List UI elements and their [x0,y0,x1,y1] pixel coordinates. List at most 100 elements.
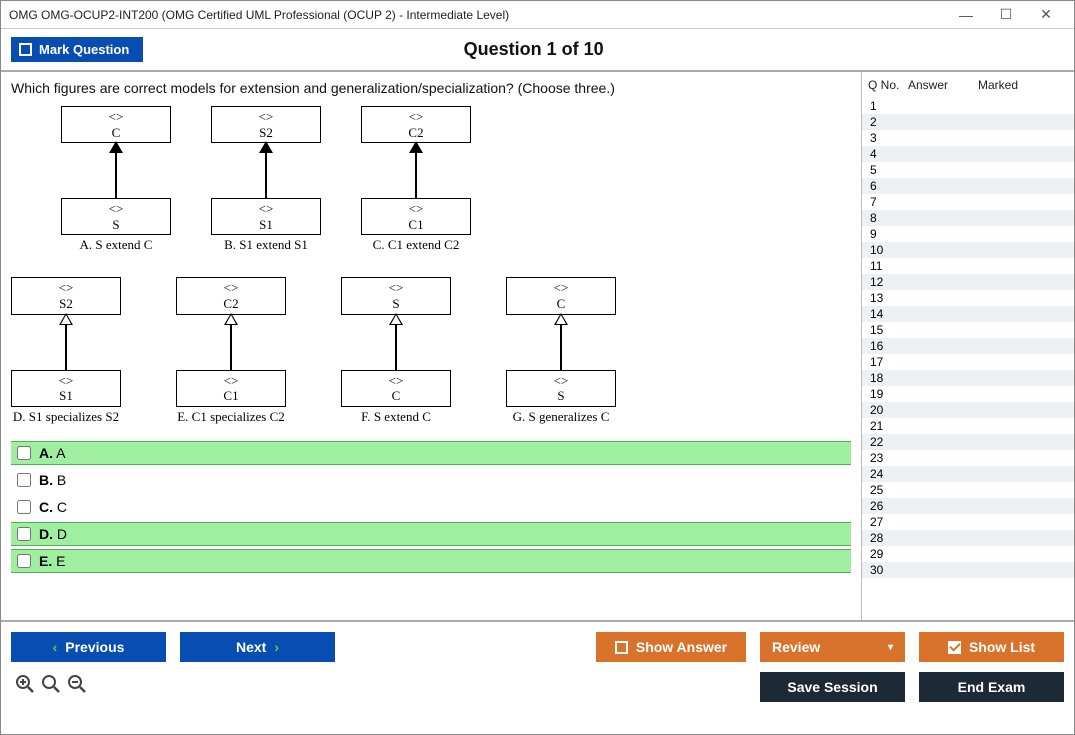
question-list-row[interactable]: 17 [862,354,1074,370]
uml-caption: A. S extend C [80,237,153,253]
show-answer-button[interactable]: Show Answer [596,632,746,662]
question-list-row[interactable]: 26 [862,498,1074,514]
uml-arrow [395,314,397,370]
question-list-row[interactable]: 23 [862,450,1074,466]
uml-bottom-box: <>S1 [11,370,121,407]
save-session-label: Save Session [787,679,877,695]
question-list-row[interactable]: 14 [862,306,1074,322]
end-exam-button[interactable]: End Exam [919,672,1064,702]
uml-caption: F. S extend C [361,409,431,425]
uml-figure: <>S <>C F. S extend C [341,277,451,424]
uml-bottom-box: <>S [61,198,171,235]
chevron-left-icon: ‹ [53,639,58,655]
question-list-row[interactable]: 4 [862,146,1074,162]
question-list-row[interactable]: 3 [862,130,1074,146]
minimize-icon[interactable]: — [946,3,986,27]
question-list-row[interactable]: 22 [862,434,1074,450]
previous-button[interactable]: ‹ Previous [11,632,166,662]
question-list-row[interactable]: 2 [862,114,1074,130]
answer-checkbox[interactable] [17,473,31,487]
previous-label: Previous [65,639,124,655]
uml-top-box: <>S [341,277,451,314]
uml-caption: E. C1 specializes C2 [177,409,285,425]
zoom-out-icon[interactable] [67,674,87,700]
answer-option[interactable]: C. C [11,495,851,519]
uml-figure: <>C2<>C1E. C1 specializes C2 [176,277,286,424]
zoom-in-icon[interactable] [15,674,35,700]
uml-arrow [415,142,417,198]
question-list-row[interactable]: 24 [862,466,1074,482]
uml-bottom-box: <>S1 [211,198,321,235]
uml-figure: <>C<>SG. S generalizes C [506,277,616,424]
question-list-row[interactable]: 13 [862,290,1074,306]
answer-label: C. C [39,499,67,515]
question-list-row[interactable]: 6 [862,178,1074,194]
footer-toolbar: ‹ Previous Next › Show Answer Review ▾ S… [1,620,1074,712]
uml-arrow [65,314,67,370]
question-list-row[interactable]: 25 [862,482,1074,498]
col-answer: Answer [908,78,978,92]
close-icon[interactable]: ✕ [1026,3,1066,27]
uml-arrow [265,142,267,198]
question-list-row[interactable]: 11 [862,258,1074,274]
answer-option[interactable]: E. E [11,549,851,573]
answer-checkbox[interactable] [17,527,31,541]
uml-figure: <>C2<>C1C. C1 extend C2 [361,106,471,253]
question-list-row[interactable]: 21 [862,418,1074,434]
uml-caption: C. C1 extend C2 [373,237,460,253]
uml-caption: G. S generalizes C [513,409,610,425]
uml-figure: <>C <>S A. S extend C [61,106,171,253]
question-list-row[interactable]: 15 [862,322,1074,338]
question-list-row[interactable]: 7 [862,194,1074,210]
uml-top-box: <>S2 [211,106,321,143]
question-list-row[interactable]: 12 [862,274,1074,290]
chevron-right-icon: › [274,639,279,655]
question-counter: Question 1 of 10 [3,39,1064,60]
question-list-row[interactable]: 30 [862,562,1074,578]
show-list-label: Show List [969,639,1035,655]
uml-top-box: <>C [506,277,616,314]
question-list[interactable]: 1234567891011121314151617181920212223242… [862,98,1074,620]
question-list-row[interactable]: 8 [862,210,1074,226]
answer-label: E. E [39,553,65,569]
answer-option[interactable]: A. A [11,441,851,465]
review-button[interactable]: Review ▾ [760,632,905,662]
question-pane[interactable]: Which figures are correct models for ext… [1,72,861,620]
content-area: Which figures are correct models for ext… [1,72,1074,620]
question-text: Which figures are correct models for ext… [11,80,851,96]
window-titlebar: OMG OMG-OCUP2-INT200 (OMG Certified UML … [1,1,1074,29]
question-list-row[interactable]: 19 [862,386,1074,402]
answer-checkbox[interactable] [17,446,31,460]
end-exam-label: End Exam [958,679,1026,695]
question-list-row[interactable]: 1 [862,98,1074,114]
question-list-row[interactable]: 5 [862,162,1074,178]
answer-checkbox[interactable] [17,554,31,568]
question-list-row[interactable]: 20 [862,402,1074,418]
maximize-icon[interactable]: ☐ [986,3,1026,27]
uml-bottom-box: <>C1 [361,198,471,235]
uml-top-box: <>C [61,106,171,143]
next-button[interactable]: Next › [180,632,335,662]
question-list-row[interactable]: 10 [862,242,1074,258]
answer-option[interactable]: B. B [11,468,851,492]
window-title: OMG OMG-OCUP2-INT200 (OMG Certified UML … [9,8,946,22]
uml-caption: D. S1 specializes S2 [13,409,119,425]
question-list-row[interactable]: 27 [862,514,1074,530]
question-list-row[interactable]: 18 [862,370,1074,386]
show-list-button[interactable]: Show List [919,632,1064,662]
uml-bottom-box: <>C [341,370,451,407]
question-list-row[interactable]: 29 [862,546,1074,562]
question-list-panel: Q No. Answer Marked 12345678910111213141… [861,72,1074,620]
save-session-button[interactable]: Save Session [760,672,905,702]
show-list-checkbox-icon [948,641,961,654]
zoom-controls [11,674,87,700]
question-list-header: Q No. Answer Marked [862,72,1074,98]
question-diagram: <>C<>SA. S extend C<>S2<>S1B. S1 extend … [11,106,851,425]
answer-checkbox[interactable] [17,500,31,514]
question-list-row[interactable]: 9 [862,226,1074,242]
answer-option[interactable]: D. D [11,522,851,546]
question-list-row[interactable]: 28 [862,530,1074,546]
zoom-reset-icon[interactable] [41,674,61,700]
question-list-row[interactable]: 16 [862,338,1074,354]
uml-arrow [115,142,117,198]
